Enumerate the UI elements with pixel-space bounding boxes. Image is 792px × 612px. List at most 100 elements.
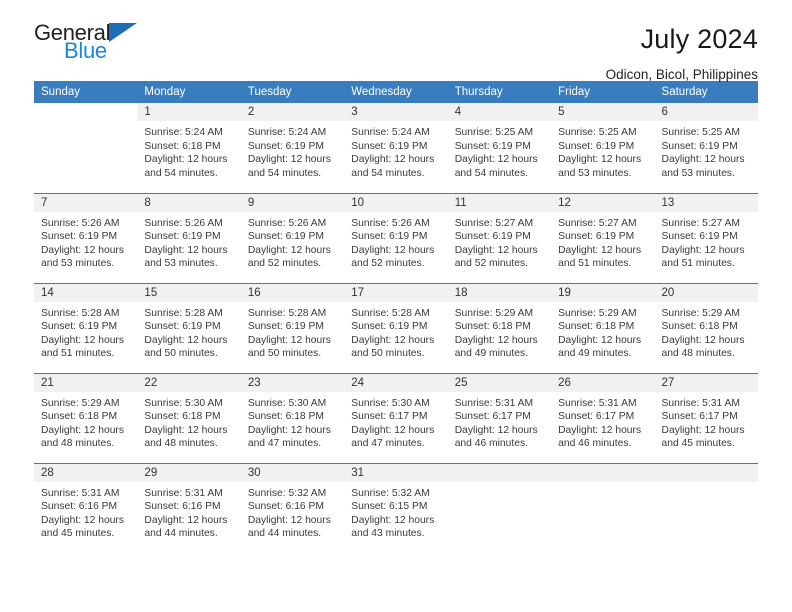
- day-number: 16: [240, 283, 345, 302]
- weekday-header-saturday: Saturday: [654, 81, 758, 103]
- sunset-time: Sunset: 6:16 PM: [144, 501, 221, 513]
- day-number: 30: [240, 463, 345, 482]
- day-number: [551, 463, 655, 482]
- daylight-duration-line1: Daylight: 12 hours: [41, 244, 124, 256]
- daylight-duration-line1: Daylight: 12 hours: [247, 154, 331, 166]
- day-number: 4: [447, 103, 552, 121]
- day-number: 21: [34, 373, 138, 392]
- sunrise-time: Sunrise: 5:24 AM: [144, 127, 223, 138]
- calendar-day-cell[interactable]: 17 Sunrise: 5:28 AM Sunset: 6:19 PM Dayligh…: [344, 282, 448, 373]
- general-blue-logo: General Blue: [34, 22, 164, 62]
- sunset-time: Sunset: 6:18 PM: [247, 411, 324, 423]
- day-sun-info: Sunrise: 5:26 AM Sunset: 6:19 PM Daylight:…: [344, 212, 447, 271]
- calendar-day-cell[interactable]: 24 Sunrise: 5:30 AM Sunset: 6:17 PM Dayligh…: [344, 372, 448, 463]
- sunset-time: Sunset: 6:16 PM: [247, 501, 324, 513]
- daylight-duration-line1: Daylight: 12 hours: [454, 244, 538, 256]
- sunrise-time: Sunrise: 5:27 AM: [454, 217, 534, 229]
- sunrise-time: Sunrise: 5:31 AM: [558, 397, 637, 409]
- sunset-time: Sunset: 6:19 PM: [144, 321, 221, 333]
- calendar-day-cell[interactable]: 23 Sunrise: 5:30 AM Sunset: 6:18 PM Dayligh…: [240, 372, 345, 463]
- sunset-time: Sunset: 6:19 PM: [144, 231, 221, 243]
- calendar-day-cell[interactable]: 11 Sunrise: 5:27 AM Sunset: 6:19 PM Dayligh…: [447, 192, 552, 283]
- daylight-duration-line2: and 52 minutes.: [454, 258, 528, 270]
- daylight-duration-line2: and 47 minutes.: [247, 438, 322, 450]
- calendar-day-cell[interactable]: 29 Sunrise: 5:31 AM Sunset: 6:16 PM Dayligh…: [137, 462, 241, 553]
- daylight-duration-line1: Daylight: 12 hours: [144, 334, 228, 346]
- daylight-duration-line2: and 45 minutes.: [41, 528, 115, 540]
- day-sun-info: Sunrise: 5:28 AM Sunset: 6:19 PM Daylight:…: [241, 302, 344, 361]
- day-number: 18: [447, 283, 552, 302]
- daylight-duration-line1: Daylight: 12 hours: [661, 154, 745, 166]
- day-number: [447, 463, 552, 482]
- day-number: 11: [447, 193, 552, 212]
- day-number: 22: [137, 373, 241, 392]
- calendar-day-cell[interactable]: 15 Sunrise: 5:28 AM Sunset: 6:19 PM Dayligh…: [137, 282, 241, 373]
- calendar-day-cell[interactable]: 3 Sunrise: 5:24 AM Sunset: 6:19 PM Daylight…: [344, 103, 448, 193]
- daylight-duration-line2: and 43 minutes.: [351, 528, 425, 540]
- day-sun-info: Sunrise: 5:27 AM Sunset: 6:19 PM Daylight:…: [448, 212, 551, 271]
- calendar-day-cell[interactable]: 13 Sunrise: 5:27 AM Sunset: 6:19 PM Dayligh…: [654, 192, 758, 283]
- day-sun-info: Sunrise: 5:26 AM Sunset: 6:19 PM Daylight:…: [137, 212, 240, 271]
- sunset-time: Sunset: 6:17 PM: [454, 411, 531, 423]
- calendar-day-cell[interactable]: 1 Sunrise: 5:24 AM Sunset: 6:18 PM Daylight…: [137, 103, 241, 193]
- calendar-day-cell[interactable]: 5 Sunrise: 5:25 AM Sunset: 6:19 PM Daylight…: [551, 103, 655, 193]
- calendar-day-cell[interactable]: 10 Sunrise: 5:26 AM Sunset: 6:19 PM Dayligh…: [344, 192, 448, 283]
- calendar-day-cell[interactable]: 14 Sunrise: 5:28 AM Sunset: 6:19 PM Dayligh…: [34, 282, 138, 373]
- day-number: 10: [344, 193, 448, 212]
- calendar-day-cell[interactable]: 26 Sunrise: 5:31 AM Sunset: 6:17 PM Dayligh…: [551, 372, 655, 463]
- calendar-empty-cell: [34, 103, 138, 193]
- calendar-day-cell[interactable]: 4 Sunrise: 5:25 AM Sunset: 6:19 PM Daylight…: [447, 103, 552, 193]
- daylight-duration-line1: Daylight: 12 hours: [351, 424, 435, 436]
- day-sun-info: Sunrise: 5:24 AM Sunset: 6:19 PM Daylight:…: [241, 121, 344, 180]
- daylight-duration-line2: and 44 minutes.: [144, 528, 218, 540]
- calendar-day-cell[interactable]: 2 Sunrise: 5:24 AM Sunset: 6:19 PM Daylight…: [240, 103, 345, 193]
- day-sun-info: Sunrise: 5:25 AM Sunset: 6:19 PM Daylight:…: [448, 121, 551, 180]
- daylight-duration-line2: and 54 minutes.: [351, 167, 425, 179]
- sunrise-time: Sunrise: 5:28 AM: [41, 307, 120, 319]
- day-number: 12: [551, 193, 655, 212]
- calendar-day-cell[interactable]: 19 Sunrise: 5:29 AM Sunset: 6:18 PM Dayligh…: [551, 282, 655, 373]
- sunrise-time: Sunrise: 5:29 AM: [41, 397, 120, 409]
- daylight-duration-line1: Daylight: 12 hours: [558, 244, 642, 256]
- daylight-duration-line2: and 49 minutes.: [454, 348, 528, 360]
- sunset-time: Sunset: 6:17 PM: [351, 411, 428, 423]
- day-sun-info: Sunrise: 5:31 AM Sunset: 6:16 PM Daylight:…: [34, 482, 137, 541]
- calendar-day-cell[interactable]: 27 Sunrise: 5:31 AM Sunset: 6:17 PM Dayligh…: [654, 372, 758, 463]
- calendar-day-cell[interactable]: 16 Sunrise: 5:28 AM Sunset: 6:19 PM Dayligh…: [240, 282, 345, 373]
- calendar-day-cell[interactable]: 12 Sunrise: 5:27 AM Sunset: 6:19 PM Dayligh…: [551, 192, 655, 283]
- sunrise-time: Sunrise: 5:29 AM: [454, 307, 534, 319]
- sunrise-time: Sunrise: 5:32 AM: [351, 487, 430, 499]
- calendar-day-cell[interactable]: 28 Sunrise: 5:31 AM Sunset: 6:16 PM Dayligh…: [34, 462, 138, 553]
- calendar-day-cell[interactable]: 25 Sunrise: 5:31 AM Sunset: 6:17 PM Dayligh…: [447, 372, 552, 463]
- daylight-duration-line1: Daylight: 12 hours: [454, 424, 538, 436]
- calendar-day-cell[interactable]: 30 Sunrise: 5:32 AM Sunset: 6:16 PM Dayligh…: [240, 462, 345, 553]
- day-number: 29: [137, 463, 241, 482]
- daylight-duration-line2: and 53 minutes.: [661, 167, 735, 179]
- calendar-day-cell[interactable]: 31 Sunrise: 5:32 AM Sunset: 6:15 PM Dayligh…: [344, 462, 448, 553]
- day-sun-info: Sunrise: 5:24 AM Sunset: 6:19 PM Daylight:…: [344, 121, 447, 180]
- calendar-day-cell[interactable]: 22 Sunrise: 5:30 AM Sunset: 6:18 PM Dayligh…: [137, 372, 241, 463]
- calendar-week-row: 28 Sunrise: 5:31 AM Sunset: 6:16 PM Dayligh…: [34, 462, 758, 553]
- day-number: [34, 103, 138, 121]
- daylight-duration-line1: Daylight: 12 hours: [558, 334, 642, 346]
- day-number: 1: [137, 103, 241, 121]
- calendar-day-cell[interactable]: 9 Sunrise: 5:26 AM Sunset: 6:19 PM Daylight…: [240, 192, 345, 283]
- calendar-day-cell[interactable]: 8 Sunrise: 5:26 AM Sunset: 6:19 PM Daylight…: [137, 192, 241, 283]
- sunrise-time: Sunrise: 5:28 AM: [351, 307, 430, 319]
- calendar-day-cell[interactable]: 6 Sunrise: 5:25 AM Sunset: 6:19 PM Daylight…: [654, 103, 758, 193]
- page-header: General Blue July 2024 Odicon, Bicol, Ph…: [34, 0, 758, 83]
- calendar-day-cell[interactable]: 7 Sunrise: 5:26 AM Sunset: 6:19 PM Daylight…: [34, 192, 138, 283]
- day-sun-info: Sunrise: 5:32 AM Sunset: 6:15 PM Daylight:…: [344, 482, 447, 541]
- day-sun-info: Sunrise: 5:25 AM Sunset: 6:19 PM Daylight:…: [655, 121, 758, 180]
- sunrise-time: Sunrise: 5:30 AM: [247, 397, 327, 409]
- weekday-header-wednesday: Wednesday: [344, 81, 448, 103]
- logo-triangle-icon: [109, 23, 138, 42]
- calendar-day-cell[interactable]: 21 Sunrise: 5:29 AM Sunset: 6:18 PM Dayligh…: [34, 372, 138, 463]
- sunset-time: Sunset: 6:19 PM: [661, 140, 738, 152]
- daylight-duration-line1: Daylight: 12 hours: [247, 424, 331, 436]
- sunrise-time: Sunrise: 5:25 AM: [661, 127, 740, 138]
- calendar-week-row: 7 Sunrise: 5:26 AM Sunset: 6:19 PM Daylight…: [34, 192, 758, 283]
- calendar-day-cell[interactable]: 18 Sunrise: 5:29 AM Sunset: 6:18 PM Dayligh…: [447, 282, 552, 373]
- calendar-day-cell[interactable]: 20 Sunrise: 5:29 AM Sunset: 6:18 PM Dayligh…: [654, 282, 758, 373]
- day-sun-info: Sunrise: 5:31 AM Sunset: 6:17 PM Daylight:…: [551, 392, 654, 451]
